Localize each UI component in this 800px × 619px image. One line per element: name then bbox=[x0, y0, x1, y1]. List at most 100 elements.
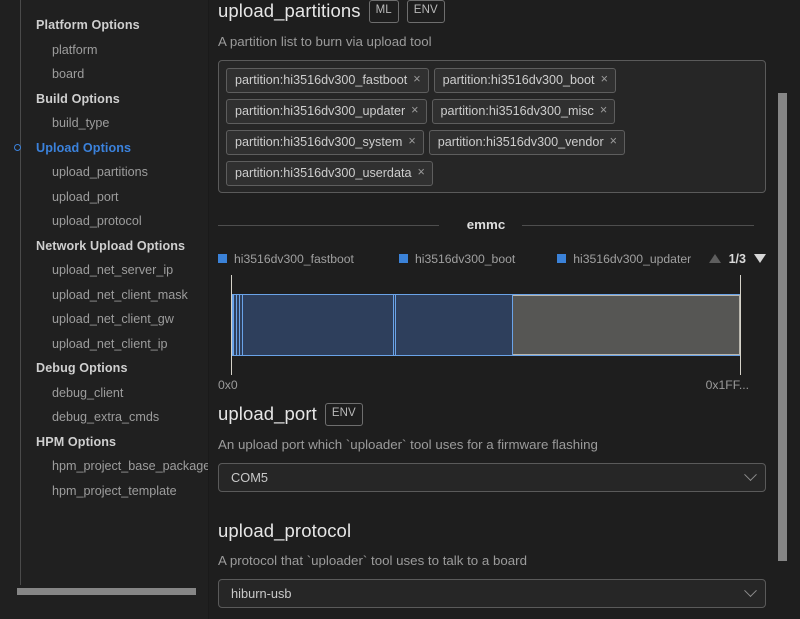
options-tree[interactable]: Platform Options platform board Build Optio… bbox=[0, 13, 209, 503]
upload-protocol-section: upload_protocol A protocol that `uploade… bbox=[218, 520, 766, 608]
chart-x-tick-labels: 0x0 0x1FF... bbox=[218, 378, 749, 392]
chevron-down-icon[interactable] bbox=[744, 584, 757, 598]
partition-tag-label: partition:hi3516dv300_userdata bbox=[235, 165, 412, 180]
partition-tag-label: partition:hi3516dv300_system bbox=[235, 134, 403, 149]
close-icon[interactable]: × bbox=[600, 104, 607, 117]
upload-protocol-description: A protocol that `uploader` tool uses to … bbox=[218, 553, 527, 568]
chart-segment-hi3516dv300_userdata[interactable] bbox=[396, 294, 514, 355]
chart-segment-hi3516dv300_system[interactable] bbox=[243, 294, 395, 355]
rule-right bbox=[522, 224, 754, 226]
sidebar-item-label: Platform Options bbox=[36, 18, 140, 32]
upload-protocol-value: hiburn-usb bbox=[231, 586, 292, 601]
sidebar-item-upload-port[interactable]: upload_port bbox=[0, 185, 209, 210]
partition-tag-label: partition:hi3516dv300_updater bbox=[235, 103, 406, 118]
upload-partitions-tag-input[interactable]: partition:hi3516dv300_fastboot × partition… bbox=[218, 59, 766, 193]
sidebar-item-label: debug_extra_cmds bbox=[52, 410, 160, 424]
sidebar-item-debug-client[interactable]: debug_client bbox=[0, 381, 209, 406]
sidebar-item-hpm-project-template[interactable]: hpm_project_template bbox=[0, 479, 209, 504]
sidebar-item-label: upload_net_client_gw bbox=[52, 312, 174, 326]
partition-tag[interactable]: partition:hi3516dv300_userdata × bbox=[226, 160, 433, 186]
close-icon[interactable]: × bbox=[408, 135, 415, 148]
upload-port-section: upload_port ENV An upload port which `up… bbox=[218, 403, 766, 492]
sidebar-item-label: upload_net_client_mask bbox=[52, 287, 188, 302]
upload-protocol-select[interactable]: hiburn-usb bbox=[218, 579, 766, 608]
sidebar-item-upload-net-client-mask[interactable]: upload_net_client_mask bbox=[0, 283, 209, 308]
upload-port-title-row: upload_port ENV bbox=[218, 403, 766, 426]
sidebar-item-label: Upload Options bbox=[36, 140, 132, 155]
chart-stacked-bar bbox=[232, 293, 740, 356]
partition-tag[interactable]: partition:hi3516dv300_system × bbox=[226, 129, 424, 155]
main-vertical-scrollbar[interactable] bbox=[778, 93, 787, 561]
close-icon[interactable]: × bbox=[413, 73, 420, 86]
sidebar-item-upload-net-client-ip[interactable]: upload_net_client_ip bbox=[0, 332, 209, 357]
chart-legend: hi3516dv300_fastboot hi3516dv300_boot hi… bbox=[218, 251, 766, 267]
sidebar-item-label: upload_partitions bbox=[52, 165, 148, 179]
sidebar-item-label: board bbox=[52, 67, 85, 81]
upload-protocol-title-row: upload_protocol bbox=[218, 520, 766, 542]
partition-tag-label: partition:hi3516dv300_misc bbox=[440, 103, 594, 118]
legend-item-0[interactable]: hi3516dv300_fastboot bbox=[218, 252, 354, 266]
rule-left bbox=[218, 224, 439, 226]
tree-node-marker-icon[interactable] bbox=[13, 144, 21, 151]
sidebar-item-platform[interactable]: platform bbox=[0, 38, 209, 63]
legend-pager[interactable]: 1/3 bbox=[708, 252, 766, 266]
emmc-fieldset-header: emmc bbox=[218, 215, 766, 235]
close-icon[interactable]: × bbox=[411, 104, 418, 117]
tick-label-end: 0x1FF... bbox=[705, 377, 749, 392]
page-title: upload_partitions bbox=[218, 0, 361, 22]
sidebar-item-build-type[interactable]: build_type bbox=[0, 111, 209, 136]
sidebar-item-upload-net-server-ip[interactable]: upload_net_server_ip bbox=[0, 258, 209, 283]
close-icon[interactable]: × bbox=[610, 135, 617, 148]
chevron-down-icon[interactable] bbox=[754, 254, 766, 263]
close-icon[interactable]: × bbox=[601, 73, 608, 86]
legend-swatch-icon bbox=[218, 254, 227, 263]
sidebar-item-upload-partitions[interactable]: upload_partitions bbox=[0, 160, 209, 185]
partition-tag[interactable]: partition:hi3516dv300_boot × bbox=[433, 67, 616, 93]
close-icon[interactable]: × bbox=[417, 166, 424, 179]
badge-env: ENV bbox=[324, 403, 363, 426]
legend-item-2[interactable]: hi3516dv300_updater bbox=[557, 252, 691, 266]
options-sidebar[interactable]: Platform Options platform board Build Optio… bbox=[0, 0, 209, 619]
partition-tag-label: partition:hi3516dv300_fastboot bbox=[235, 72, 408, 87]
sidebar-item-label: upload_net_client_ip bbox=[52, 336, 168, 351]
partition-tag[interactable]: partition:hi3516dv300_vendor × bbox=[428, 129, 625, 155]
sidebar-item-upload-options[interactable]: Upload Options bbox=[0, 136, 209, 161]
sidebar-item-upload-net-client-gw[interactable]: upload_net_client_gw bbox=[0, 307, 209, 332]
chart-segment-free[interactable] bbox=[513, 294, 740, 355]
legend-item-1[interactable]: hi3516dv300_boot bbox=[398, 251, 516, 266]
sidebar-item-upload-protocol[interactable]: upload_protocol bbox=[0, 209, 209, 234]
tick-label-start: 0x0 bbox=[218, 377, 238, 392]
sidebar-item-hpm-project-base-package[interactable]: hpm_project_base_package bbox=[0, 454, 209, 479]
legend-label: hi3516dv300_boot bbox=[414, 251, 516, 266]
upload-partitions-description: A partition list to burn via upload tool bbox=[218, 33, 432, 49]
upload-port-value: COM5 bbox=[231, 469, 268, 485]
partition-tag[interactable]: partition:hi3516dv300_fastboot × bbox=[226, 67, 429, 93]
sidebar-item-label: Network Upload Options bbox=[36, 238, 186, 253]
sidebar-item-build-options[interactable]: Build Options bbox=[0, 87, 209, 112]
sidebar-item-label: Debug Options bbox=[36, 361, 128, 375]
sidebar-item-platform-options[interactable]: Platform Options bbox=[0, 13, 209, 38]
emmc-partition-chart: 0x0 0x1FF... bbox=[218, 274, 749, 392]
sidebar-item-hpm-options[interactable]: HPM Options bbox=[0, 430, 209, 455]
partition-tag-label: partition:hi3516dv300_vendor bbox=[437, 134, 604, 149]
partition-tag[interactable]: partition:hi3516dv300_misc × bbox=[431, 98, 616, 124]
app-root: Platform Options platform board Build Optio… bbox=[0, 0, 800, 619]
upload-port-description: An upload port which `uploader` tool use… bbox=[218, 436, 598, 452]
legend-label: hi3516dv300_fastboot bbox=[234, 251, 354, 266]
upload-partitions-section: upload_partitions ML ENV A partition lis… bbox=[218, 0, 766, 392]
sidebar-item-label: hpm_project_template bbox=[52, 483, 177, 498]
sidebar-item-board[interactable]: board bbox=[0, 62, 209, 87]
upload-port-select[interactable]: COM5 bbox=[218, 462, 766, 492]
sidebar-horizontal-scrollbar[interactable] bbox=[17, 588, 196, 595]
sidebar-item-debug-extra-cmds[interactable]: debug_extra_cmds bbox=[0, 405, 209, 430]
sidebar-item-label: debug_client bbox=[52, 385, 124, 400]
sidebar-item-label: Build Options bbox=[36, 91, 120, 106]
sidebar-item-network-upload-options[interactable]: Network Upload Options bbox=[0, 234, 209, 259]
legend-swatch-icon bbox=[557, 254, 567, 263]
partition-tag[interactable]: partition:hi3516dv300_updater × bbox=[226, 98, 427, 124]
sidebar-item-debug-options[interactable]: Debug Options bbox=[0, 356, 209, 381]
sidebar-item-label: upload_protocol bbox=[52, 214, 142, 228]
chevron-down-icon[interactable] bbox=[744, 467, 757, 481]
sidebar-item-label: HPM Options bbox=[36, 434, 117, 449]
chevron-up-icon[interactable] bbox=[708, 254, 721, 263]
